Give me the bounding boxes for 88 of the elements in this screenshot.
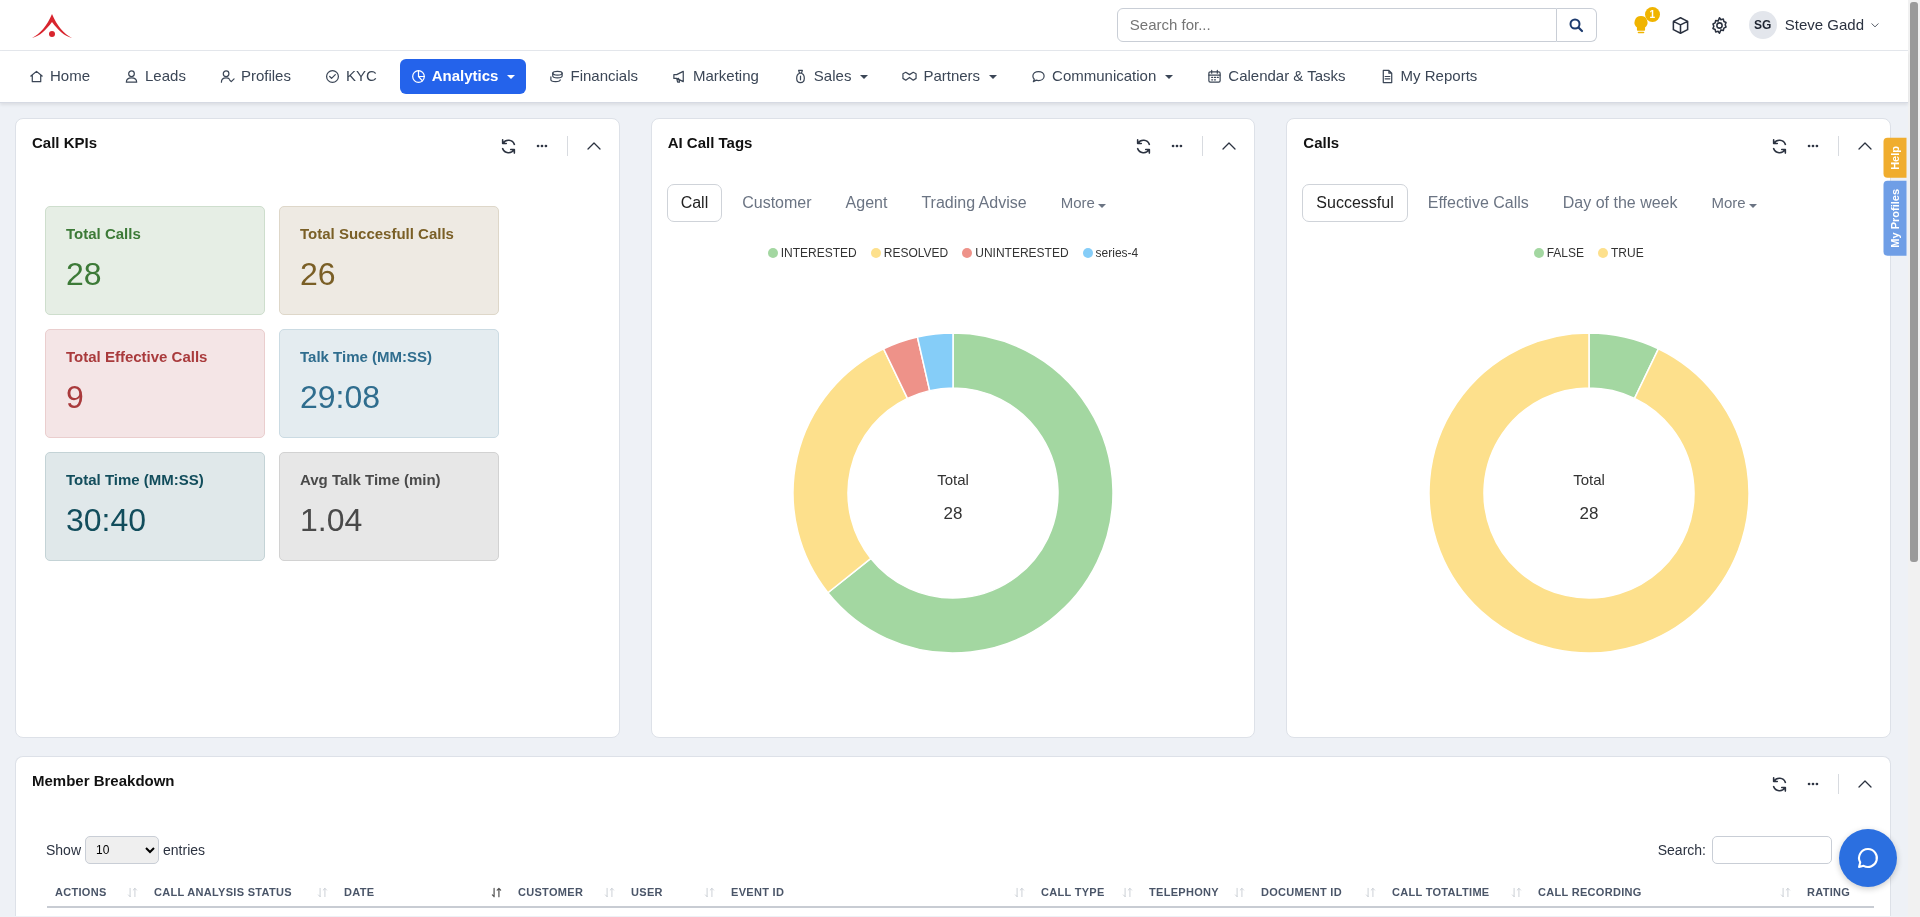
nav-tab[interactable]: Partners [891, 59, 1009, 94]
widget-title: AI Call Tags [667, 133, 753, 153]
calendar-icon [1207, 69, 1223, 84]
legend-label[interactable]: series-4 [1095, 244, 1139, 262]
kpi-value: 28 [66, 255, 103, 294]
search-button[interactable] [1556, 8, 1597, 42]
user-check-icon [219, 69, 235, 84]
column-header[interactable]: CALL ANALYSIS STATUS [146, 883, 336, 901]
user-avatar: SG [1748, 11, 1777, 39]
show-label: Show [46, 840, 82, 860]
donut-center-label: Total [1572, 471, 1605, 488]
column-header[interactable]: RATING [1799, 883, 1859, 901]
coins-icon [549, 69, 565, 84]
search-icon [1568, 17, 1585, 33]
settings-icon[interactable] [1709, 15, 1729, 35]
column-header[interactable]: TELEPHONY [1141, 883, 1253, 901]
chart-tab[interactable]: More [1697, 184, 1771, 222]
legend-label[interactable]: TRUE [1611, 244, 1644, 262]
nav-tab[interactable]: Profiles [208, 59, 302, 94]
search-field[interactable]: Search for... [1116, 8, 1557, 42]
column-header[interactable]: EVENT ID [723, 883, 1033, 901]
donut-center-value: 28 [943, 504, 963, 523]
nav-tab[interactable]: Sales [781, 59, 880, 94]
widget-title: Call KPIs [32, 133, 98, 153]
nav-tab[interactable]: Home [18, 59, 101, 94]
refresh-icon[interactable] [1771, 137, 1788, 155]
notification-badge: 1 [1644, 7, 1660, 22]
chart-tab[interactable]: Agent [831, 184, 902, 222]
widget-title: Member Breakdown [32, 771, 175, 791]
column-header[interactable]: ACTIONS [47, 883, 146, 901]
refresh-icon[interactable] [1135, 137, 1153, 155]
column-header[interactable]: DATE [336, 883, 510, 901]
kpi-label: Avg Talk Time (min) [300, 470, 442, 490]
legend-label[interactable]: UNINTERESTED [975, 244, 1069, 262]
kpi-label: Talk Time (MM:SS) [300, 347, 433, 367]
donut-center-value: 28 [1579, 504, 1599, 523]
refresh-icon[interactable] [1771, 775, 1788, 793]
nav-tab[interactable]: Calendar & Tasks [1196, 59, 1357, 94]
chart-tab[interactable]: Trading Advise [907, 184, 1041, 222]
page-size-select[interactable]: 10 [85, 836, 160, 864]
kpi-label: Total Effective Calls [66, 347, 209, 367]
column-header[interactable]: CUSTOMER [510, 883, 623, 901]
entries-label: entries [163, 840, 206, 860]
legend-label[interactable]: RESOLVED [883, 244, 949, 262]
megaphone-icon [672, 69, 687, 84]
nav-tab[interactable]: Marketing [661, 59, 770, 94]
chat-icon [1855, 845, 1881, 871]
nav-tab[interactable]: Financials [538, 59, 649, 94]
chart-tab[interactable]: Successful [1302, 184, 1408, 222]
legend-label[interactable]: INTERESTED [780, 244, 857, 262]
chevron-down-icon[interactable] [1870, 20, 1880, 30]
column-header[interactable]: USER [623, 883, 723, 901]
home-icon [29, 69, 44, 84]
search-label: Search: [1657, 840, 1706, 860]
cube-icon[interactable] [1670, 15, 1690, 35]
nav-tab[interactable]: Leads [113, 59, 197, 94]
chart-tab[interactable]: Effective Calls [1413, 184, 1543, 222]
check-circle-icon [324, 69, 340, 84]
chart-tab[interactable]: Call [666, 184, 723, 222]
kpi-value: 30:40 [66, 501, 148, 540]
widget-title: Calls [1303, 133, 1340, 153]
chart-tab[interactable]: More [1046, 184, 1120, 222]
kpi-value: 29:08 [300, 378, 382, 417]
chat-icon [1031, 69, 1047, 84]
kpi-value: 1.04 [300, 501, 364, 540]
nav-tab[interactable]: Analytics [399, 59, 527, 94]
scrollbar[interactable] [1908, 0, 1920, 917]
user-name[interactable]: Steve Gadd [1784, 13, 1864, 37]
column-header[interactable]: CALL TYPE [1033, 883, 1141, 901]
column-header[interactable]: CALL TOTALTIME [1384, 883, 1530, 901]
chart-tab[interactable]: Day of the week [1548, 184, 1692, 222]
pie-chart-icon [410, 69, 426, 84]
column-header[interactable]: CALL RECORDING [1530, 883, 1799, 901]
refresh-icon[interactable] [499, 137, 517, 155]
nav-tab[interactable]: My Reports [1368, 59, 1489, 94]
kpi-label: Total Time (MM:SS) [66, 470, 205, 490]
table-search-field[interactable] [1712, 836, 1832, 864]
chart-tab[interactable]: Customer [728, 184, 826, 222]
kpi-label: Total Calls [66, 224, 142, 244]
column-header[interactable]: DOCUMENT ID [1253, 883, 1384, 901]
donut-center-label: Total [937, 471, 969, 488]
nav-tab[interactable]: KYC [313, 59, 388, 94]
nav-tab[interactable]: Communication [1020, 59, 1185, 94]
kpi-value: 26 [300, 255, 337, 294]
legend-label[interactable]: FALSE [1546, 244, 1584, 262]
kpi-value: 9 [66, 378, 85, 417]
kpi-label: Total Succesfull Calls [300, 224, 455, 244]
user-icon [124, 69, 139, 84]
